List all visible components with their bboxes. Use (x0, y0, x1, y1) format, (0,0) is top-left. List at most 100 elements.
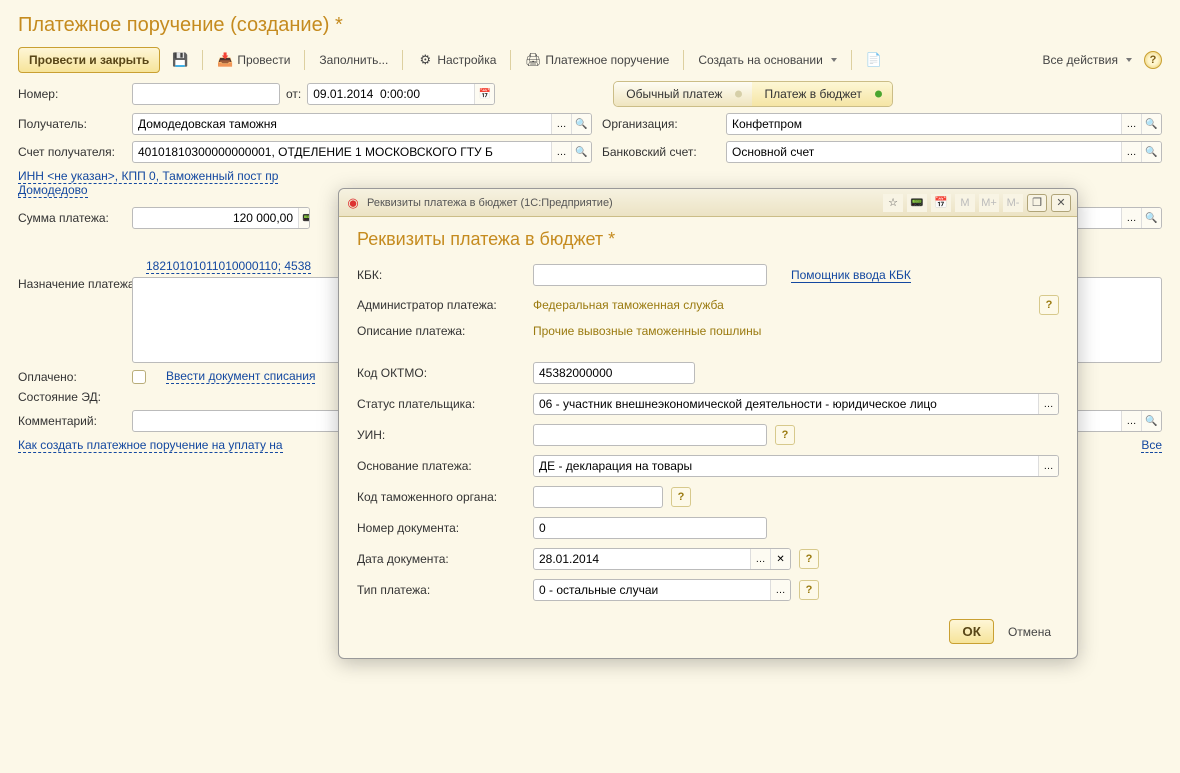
m-button[interactable]: M (955, 194, 975, 212)
desc-label: Описание платежа: (357, 324, 525, 338)
payment-type-field[interactable]: … (533, 579, 791, 601)
kbk-field[interactable] (533, 264, 767, 286)
tab-regular[interactable]: Обычный платеж (614, 82, 752, 106)
oktmo-input[interactable] (534, 363, 695, 383)
number-label: Номер: (18, 87, 126, 101)
save-button[interactable]: 💾 (166, 48, 194, 72)
paid-checkbox[interactable] (132, 370, 146, 384)
doc-date-field[interactable]: … ✕ (533, 548, 791, 570)
settings-button[interactable]: ⚙Настройка (411, 48, 502, 72)
budget-link-select-button[interactable]: … (1121, 208, 1141, 228)
window-icon: ❐ (1032, 196, 1042, 209)
doc-date-clear-button[interactable]: ✕ (770, 549, 790, 569)
magnifier-icon: 🔍 (1145, 119, 1157, 130)
org-select-button[interactable]: … (1121, 114, 1141, 134)
doc-date-input[interactable] (534, 549, 750, 569)
payment-type-input[interactable] (534, 580, 770, 600)
admin-help-button[interactable]: ? (1039, 295, 1059, 315)
org-input[interactable] (727, 114, 1121, 134)
payment-type-select-button[interactable]: … (770, 580, 790, 600)
uin-label: УИН: (357, 428, 525, 442)
report-button[interactable]: 📄 (860, 48, 888, 72)
comment-select-button[interactable]: … (1121, 411, 1141, 431)
date-input[interactable] (308, 84, 474, 104)
recipient-acc-search-button[interactable]: 🔍 (571, 142, 591, 162)
basis-input[interactable] (534, 456, 1038, 476)
customs-help-button[interactable]: ? (671, 487, 691, 507)
print-button[interactable]: 🖨Платежное поручение (519, 48, 675, 72)
kbk-input[interactable] (534, 265, 766, 285)
recipient-field[interactable]: … 🔍 (132, 113, 592, 135)
calendar-button[interactable]: 📅 (474, 84, 494, 104)
org-search-button[interactable]: 🔍 (1141, 114, 1161, 134)
recipient-search-button[interactable]: 🔍 (571, 114, 591, 134)
payer-status-input[interactable] (534, 394, 1038, 414)
mplus-button[interactable]: M+ (979, 194, 999, 212)
favorite-button[interactable]: ☆ (883, 194, 903, 212)
date-field[interactable]: 📅 (307, 83, 495, 105)
inn-link[interactable]: ИНН <не указан>, КПП 0, Таможенный пост … (18, 169, 278, 184)
org-field[interactable]: … 🔍 (726, 113, 1162, 135)
bank-acc-search-button[interactable]: 🔍 (1141, 142, 1161, 162)
ed-state-label: Состояние ЭД: (18, 390, 126, 404)
app-icon: ◉ (345, 195, 361, 211)
writeoff-link[interactable]: Ввести документ списания (166, 369, 315, 384)
all-link[interactable]: Все (1141, 438, 1162, 453)
recipient-input[interactable] (133, 114, 551, 134)
magnifier-icon: 🔍 (575, 147, 587, 158)
cancel-button[interactable]: Отмена (1000, 621, 1059, 643)
fill-button[interactable]: Заполнить... (313, 49, 394, 71)
all-actions-button[interactable]: Все действия (1037, 49, 1138, 71)
restore-button[interactable]: ❐ (1027, 194, 1047, 212)
close-button[interactable]: ✕ (1051, 194, 1071, 212)
domodedovo-link[interactable]: Домодедово (18, 183, 88, 198)
amount-label: Сумма платежа: (18, 211, 126, 225)
customs-code-input[interactable] (534, 487, 663, 507)
basis-select-button[interactable]: … (1038, 456, 1058, 476)
bank-acc-field[interactable]: … 🔍 (726, 141, 1162, 163)
submit-icon: 📥 (217, 52, 233, 68)
ok-button[interactable]: ОК (949, 619, 994, 644)
customs-code-field[interactable] (533, 486, 663, 508)
recipient-acc-input[interactable] (133, 142, 551, 162)
submit-close-button[interactable]: Провести и закрыть (18, 47, 160, 73)
mminus-button[interactable]: M- (1003, 194, 1023, 212)
calculator-icon: 📟 (302, 213, 310, 224)
from-label: от: (286, 87, 301, 101)
doc-date-select-button[interactable]: … (750, 549, 770, 569)
calc-button[interactable]: 📟 (907, 194, 927, 212)
budget-link-search-button[interactable]: 🔍 (1141, 208, 1161, 228)
amount-input[interactable] (133, 208, 298, 228)
how-create-link[interactable]: Как создать платежное поручение на уплат… (18, 438, 283, 453)
calendar-button[interactable]: 📅 (931, 194, 951, 212)
bank-acc-select-button[interactable]: … (1121, 142, 1141, 162)
comment-search-button[interactable]: 🔍 (1141, 411, 1161, 431)
help-button[interactable]: ? (1144, 51, 1162, 69)
oktmo-field[interactable] (533, 362, 695, 384)
radio-dot-active-icon (875, 91, 882, 98)
basis-field[interactable]: … (533, 455, 1059, 477)
tab-budget[interactable]: Платеж в бюджет (752, 82, 891, 106)
number-input[interactable] (132, 83, 280, 105)
uin-input[interactable] (534, 425, 766, 445)
uin-help-button[interactable]: ? (775, 425, 795, 445)
create-based-button[interactable]: Создать на основании (692, 49, 843, 71)
doc-date-help-button[interactable]: ? (799, 549, 819, 569)
recipient-acc-field[interactable]: … 🔍 (132, 141, 592, 163)
bank-acc-input[interactable] (727, 142, 1121, 162)
payer-status-select-button[interactable]: … (1038, 394, 1058, 414)
magnifier-icon: 🔍 (1145, 147, 1157, 158)
print-label: Платежное поручение (545, 53, 669, 67)
doc-number-input[interactable] (534, 518, 766, 538)
kbk-helper-link[interactable]: Помощник ввода КБК (791, 268, 911, 283)
recipient-select-button[interactable]: … (551, 114, 571, 134)
doc-number-field[interactable] (533, 517, 767, 539)
submit-button[interactable]: 📥Провести (211, 48, 296, 72)
recipient-acc-select-button[interactable]: … (551, 142, 571, 162)
amount-calc-button[interactable]: 📟 (298, 208, 310, 228)
kbk-link[interactable]: 18210101011010000110; 4538 (146, 259, 311, 274)
payment-type-help-button[interactable]: ? (799, 580, 819, 600)
amount-field[interactable]: 📟 (132, 207, 310, 229)
uin-field[interactable] (533, 424, 767, 446)
payer-status-field[interactable]: … (533, 393, 1059, 415)
